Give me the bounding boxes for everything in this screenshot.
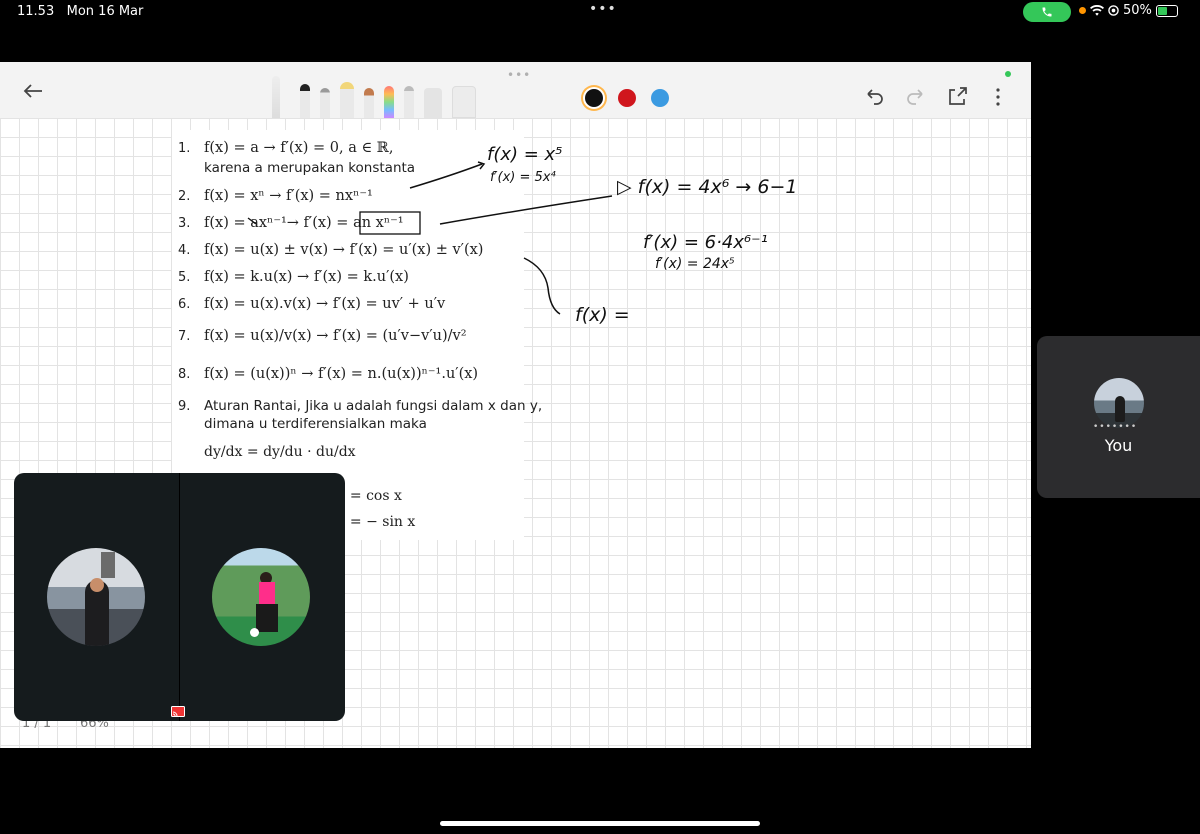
marker-tool[interactable]	[364, 88, 374, 118]
status-time: 11.53 Mon 16 Mar	[17, 4, 144, 19]
rainbow-pen-tool[interactable]	[384, 86, 394, 118]
battery-icon	[1155, 4, 1178, 17]
handwritten-fx-blank: f(x) =	[575, 304, 630, 326]
pencil-tool[interactable]	[272, 76, 280, 118]
color-blue-swatch[interactable]	[651, 89, 669, 107]
handwritten-fx-x5: f(x) = x⁵	[487, 144, 563, 165]
lasso-tool[interactable]	[424, 88, 442, 118]
pen-tool[interactable]	[320, 88, 330, 118]
ruler-tool[interactable]	[452, 86, 476, 118]
status-bar: 11.53 Mon 16 Mar ••• 50%	[0, 0, 1200, 24]
calligraphy-tool[interactable]	[404, 86, 414, 118]
handwritten-fprime-6-4x: f′(x) = 6·4x⁶⁻¹	[643, 232, 768, 253]
phone-icon	[1042, 7, 1052, 17]
sync-status-dot	[1005, 71, 1011, 77]
battery-percent: 50%	[1123, 3, 1152, 18]
redo-icon[interactable]	[905, 86, 927, 108]
screen-share-icon[interactable]	[171, 706, 185, 717]
more-icon[interactable]	[987, 86, 1009, 108]
participant-avatar-2[interactable]	[212, 548, 310, 646]
home-indicator[interactable]	[440, 821, 760, 826]
speaking-indicator: •••••••	[1093, 422, 1138, 432]
self-name-label: You	[1104, 436, 1133, 455]
pen-tool-tray	[272, 70, 476, 118]
color-red-swatch[interactable]	[618, 89, 636, 107]
toolbar: •••	[0, 62, 1031, 118]
handwritten-fprime-5x4: f′(x) = 5x⁴	[490, 170, 556, 185]
handwritten-fprime-24x5: f′(x) = 24x⁵	[655, 256, 735, 272]
location-icon	[1108, 5, 1119, 16]
mic-in-use-dot	[1079, 7, 1086, 14]
status-indicators: 50%	[1079, 3, 1178, 18]
pip-divider	[179, 473, 180, 721]
multitasking-dots-icon[interactable]: •••	[589, 1, 617, 17]
handwritten-fx-4x6: ▷ f(x) = 4x⁶ → 6−1	[617, 176, 798, 198]
window-grabber-icon[interactable]: •••	[507, 68, 531, 82]
back-arrow-icon[interactable]	[20, 78, 46, 104]
self-avatar	[1094, 378, 1144, 428]
highlighter-tool[interactable]	[340, 82, 354, 118]
fineliner-tool[interactable]	[300, 84, 310, 118]
self-participant-tile[interactable]: ••••••• You	[1037, 336, 1200, 498]
color-black-swatch[interactable]	[585, 89, 603, 107]
active-call-pill[interactable]	[1023, 2, 1071, 22]
undo-icon[interactable]	[863, 86, 885, 108]
participant-avatar-1[interactable]	[47, 548, 145, 646]
wifi-icon	[1090, 5, 1104, 16]
share-icon[interactable]	[946, 86, 968, 108]
video-call-pip[interactable]	[14, 473, 345, 721]
